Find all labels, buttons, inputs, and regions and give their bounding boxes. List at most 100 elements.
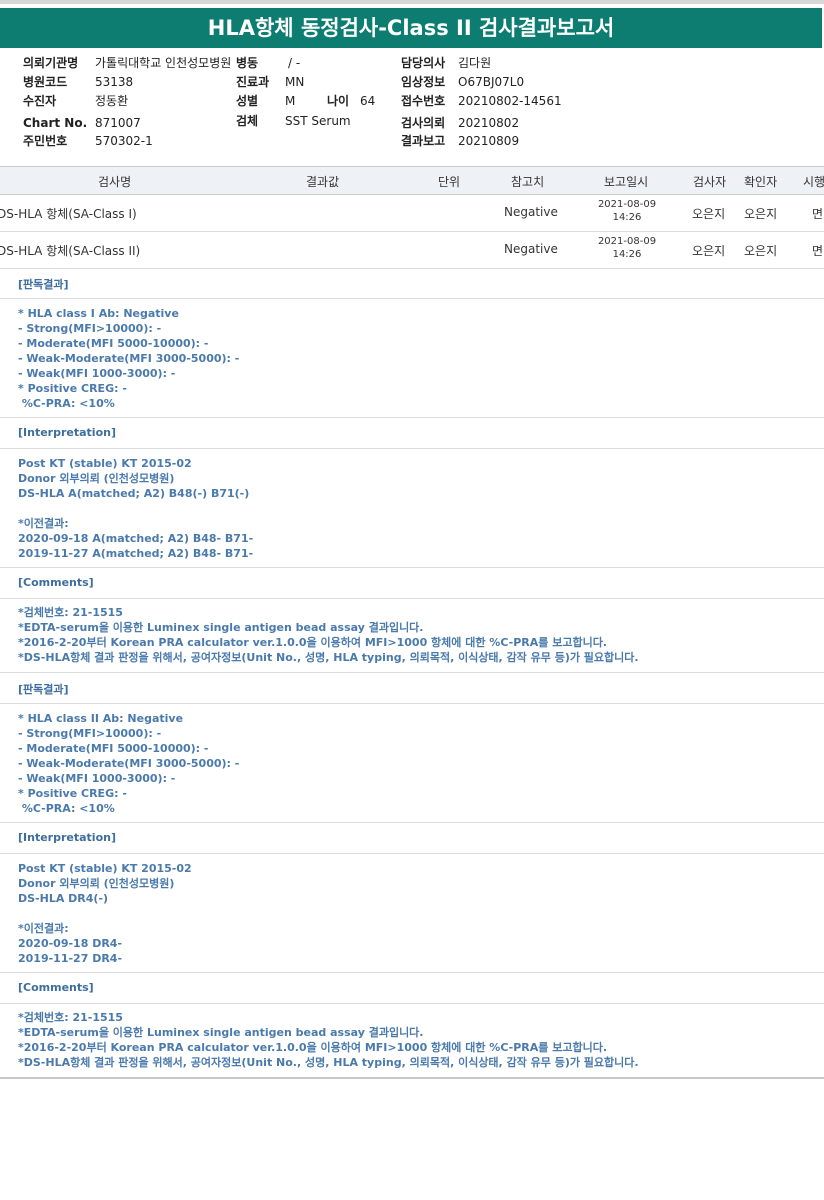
specimen-label: 검체 [236,114,259,128]
col-reference: 참고치 [511,175,545,189]
table-row[interactable]: DS-HLA 항체(SA-Class II) Negative 2021-08-… [0,231,824,269]
table-row[interactable]: DS-HLA 항체(SA-Class I) Negative 2021-08-0… [0,194,824,232]
specimen-value: SST Serum [285,114,351,128]
section-line: - Moderate(MFI 5000-10000): - [18,337,209,350]
section-body: Post KT (stable) KT 2015-02 Donor 외부의뢰 (… [0,448,824,568]
clinical-label: 임상정보 [401,75,446,89]
section-line: *검체번호: 21-1515 [18,606,123,619]
section-line: 2020-09-18 A(matched; A2) B48- B71- [18,532,254,545]
report-date: 2021-08-09 [597,236,657,247]
section-body: * HLA class II Ab: Negative - Strong(MFI… [0,703,824,823]
hospcode-value: 53138 [95,75,134,89]
col-test-name: 검사명 [98,175,132,189]
section-line: - Weak-Moderate(MFI 3000-5000): - [18,757,240,770]
patient-value: 정동환 [95,94,129,108]
section-body: * HLA class I Ab: Negative - Strong(MFI>… [0,298,824,418]
section-body: *검체번호: 21-1515 *EDTA-serum을 이용한 Luminex … [0,1003,824,1075]
doctor-label: 담당의사 [401,56,446,70]
receipt-value: 20210802-14561 [458,94,562,108]
bottom-border [0,1077,824,1079]
reference-value: Negative [504,205,558,219]
test-name: DS-HLA 항체(SA-Class I) [0,207,137,221]
section-line: DS-HLA DR4(-) [18,892,109,905]
hospital-label: 의뢰기관명 [23,56,79,70]
chart-label: Chart No. [23,116,88,130]
col-report-time: 보고일시 [604,175,649,189]
request-label: 검사의뢰 [401,116,446,130]
clinical-value: O67BJ07L0 [458,75,525,89]
report-time: 14:26 [612,212,642,223]
section-body: Post KT (stable) KT 2015-02 Donor 외부의뢰 (… [0,853,824,973]
sex-value: M [285,94,296,108]
section-line: *이전결과: [18,922,69,935]
sex-label: 성별 [236,94,259,108]
patient-info: 의뢰기관명 가톨릭대학교 인천성모병원 병동 / - 담당의사 김다원 병원코드… [0,54,824,154]
request-value: 20210802 [458,116,520,130]
section-line: - Weak(MFI 1000-3000): - [18,367,176,380]
section-line: - Moderate(MFI 5000-10000): - [18,742,209,755]
section-heading: [판독결과] [0,268,824,299]
reference-value: Negative [504,242,558,256]
patient-label: 수진자 [23,94,57,108]
section-heading: [Comments] [0,973,824,1004]
hospital-value: 가톨릭대학교 인천성모병원 [95,56,232,70]
section-heading: [Comments] [0,568,824,599]
section-line: %C-PRA: <10% [18,397,115,410]
section-line: * HLA class II Ab: Negative [18,712,184,725]
ward-value: / - [288,56,301,70]
col-checker: 확인자 [744,175,778,189]
section-line: * Positive CREG: - [18,787,127,800]
report-date: 2021-08-09 [597,199,657,210]
checker: 오은지 [744,244,778,258]
section-line: *2016-2-20부터 Korean PRA calculator ver.1… [18,636,607,649]
section-line: - Strong(MFI>10000): - [18,727,162,740]
doctor-value: 김다원 [458,56,492,70]
section-line: DS-HLA A(matched; A2) B48(-) B71(-) [18,487,250,500]
tester: 오은지 [692,244,726,258]
top-border [0,0,824,4]
report-label: 결과보고 [401,134,446,148]
rrn-label: 주민번호 [23,134,68,148]
section-heading: [Interpretation] [0,823,824,854]
col-unit: 단위 [438,175,461,189]
ward-label: 병동 [236,56,259,70]
section-heading: [Interpretation] [0,418,824,449]
age-value: 64 [360,94,376,108]
results-table-header: 검사명 결과값 단위 참고치 보고일시 검사자 확인자 시행 [0,166,824,195]
checker: 오은지 [744,207,778,221]
col-result: 결과값 [306,175,340,189]
section-heading: [판독결과] [0,673,824,704]
rrn-value: 570302-1 [95,134,153,148]
section-line: *2016-2-20부터 Korean PRA calculator ver.1… [18,1041,607,1054]
test-name: DS-HLA 항체(SA-Class II) [0,244,141,258]
col-tester: 검사자 [693,175,727,189]
section-line: *DS-HLA항체 결과 판정을 위해서, 공여자정보(Unit No., 성명… [18,1056,639,1069]
section-line: *검체번호: 21-1515 [18,1011,123,1024]
section-line: 2019-11-27 A(matched; A2) B48- B71- [18,547,254,560]
section-line: *EDTA-serum을 이용한 Luminex single antigen … [18,1026,424,1039]
section-line: 2020-09-18 DR4- [18,937,123,950]
tester: 오은지 [692,207,726,221]
section-line: Donor 외부의뢰 (인천성모병원) [18,472,175,485]
chart-value: 871007 [95,116,141,130]
site: 면 [812,207,824,221]
dept-label: 진료과 [236,75,270,89]
report-value: 20210809 [458,134,520,148]
dept-value: MN [285,75,305,89]
age-label: 나이 [327,94,350,108]
section-line: *이전결과: [18,517,69,530]
col-site: 시행 [803,175,824,189]
section-line: Post KT (stable) KT 2015-02 [18,862,192,875]
section-line: * HLA class I Ab: Negative [18,307,179,320]
section-line: - Weak(MFI 1000-3000): - [18,772,176,785]
receipt-label: 접수번호 [401,94,446,108]
section-body: *검체번호: 21-1515 *EDTA-serum을 이용한 Luminex … [0,598,824,673]
section-line: 2019-11-27 DR4- [18,952,123,965]
report-title: HLA항체 동정검사-Class II 검사결과보고서 [0,8,822,48]
section-line: Donor 외부의뢰 (인천성모병원) [18,877,175,890]
report-time: 14:26 [612,249,642,260]
section-line: - Weak-Moderate(MFI 3000-5000): - [18,352,240,365]
section-line: *DS-HLA항체 결과 판정을 위해서, 공여자정보(Unit No., 성명… [18,651,639,664]
hospcode-label: 병원코드 [23,75,68,89]
site: 면 [812,244,824,258]
